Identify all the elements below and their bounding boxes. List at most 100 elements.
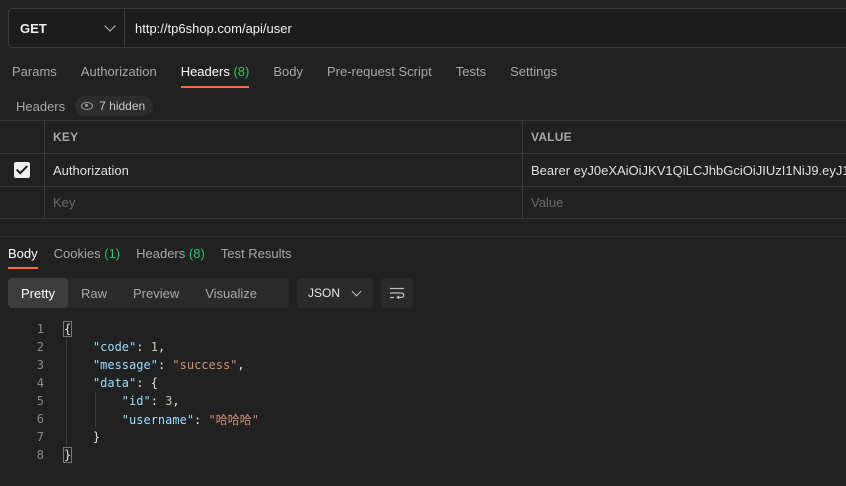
view-preview-button[interactable]: Preview	[120, 278, 192, 308]
code-line: 8 }	[0, 446, 73, 464]
tab-response-cookies[interactable]: Cookies (1)	[54, 246, 120, 261]
code-line: 1 {	[0, 320, 73, 338]
chevron-down-icon	[351, 286, 362, 296]
tab-tests[interactable]: Tests	[456, 64, 486, 79]
header-key-cell[interactable]: Authorization	[45, 154, 523, 186]
tab-label: Cookies	[53, 246, 101, 261]
json-number: 3	[165, 394, 173, 408]
row-checkbox-cell	[0, 154, 45, 186]
code-line: 2 "code": 1,	[0, 338, 165, 356]
json-key: "data"	[92, 376, 137, 390]
tab-label: Settings	[510, 64, 558, 79]
new-key-input[interactable]: Key	[45, 187, 523, 218]
view-pretty-button[interactable]: Pretty	[8, 278, 68, 308]
json-brace: }	[92, 430, 101, 444]
code-text: "username": "哈哈哈"	[121, 412, 259, 427]
code-text: "data": {	[92, 376, 158, 390]
tab-label: Authorization	[80, 64, 157, 79]
headers-subheader: Headers 7 hidden	[16, 96, 154, 116]
code-text: }	[62, 447, 73, 463]
tab-label: Params	[12, 64, 57, 79]
code-text: "message": "success",	[92, 358, 245, 372]
json-number: 1	[150, 340, 158, 354]
line-number: 2	[36, 340, 44, 354]
tab-params[interactable]: Params	[12, 64, 57, 79]
method-select[interactable]: GET	[9, 9, 125, 47]
tab-count: (8)	[188, 246, 205, 261]
tab-pre-request-script[interactable]: Pre-request Script	[327, 64, 432, 79]
value-column-header: VALUE	[531, 130, 572, 144]
new-value-input[interactable]: Value	[523, 187, 846, 218]
eye-icon	[81, 102, 94, 110]
checkbox-column-header	[0, 121, 45, 153]
code-text: "id": 3,	[121, 394, 180, 408]
tab-label: Pre-request Script	[326, 64, 432, 79]
section-divider	[0, 236, 846, 237]
headers-table: KEY VALUE Authorization Bearer eyJ0eXAiO…	[0, 120, 846, 219]
request-tabs: Params Authorization Headers (8) Body Pr…	[12, 64, 581, 88]
table-row: Authorization Bearer eyJ0eXAiOiJKV1QiLCJ…	[0, 153, 846, 186]
tab-body[interactable]: Body	[273, 64, 303, 79]
json-brace: }	[62, 447, 73, 463]
tab-settings[interactable]: Settings	[510, 64, 557, 79]
format-select[interactable]: JSON	[297, 278, 373, 308]
url-bar: GET http://tp6shop.com/api/user	[8, 8, 846, 48]
tab-label: Body	[8, 246, 38, 261]
tab-response-headers[interactable]: Headers (8)	[136, 246, 205, 261]
header-value-cell[interactable]: Bearer eyJ0eXAiOiJKV1QiLCJhbGciOiJIUzI1N…	[523, 154, 846, 186]
json-key: "code"	[92, 340, 137, 354]
table-header-row: KEY VALUE	[0, 120, 846, 153]
tab-label: Body	[273, 64, 303, 79]
view-mode-group: Pretty Raw Preview Visualize	[8, 278, 289, 308]
tab-label: Tests	[455, 64, 487, 79]
json-key: "message"	[92, 358, 158, 372]
tab-label: Headers	[180, 64, 230, 79]
wrap-lines-icon	[390, 287, 405, 299]
json-brace: {	[150, 376, 158, 390]
tab-response-body[interactable]: Body	[8, 246, 38, 269]
json-key: "id"	[121, 394, 151, 408]
row-checkbox-cell	[0, 187, 45, 218]
url-input[interactable]: http://tp6shop.com/api/user	[125, 9, 292, 47]
code-line: 4 "data": {	[0, 374, 158, 392]
line-number: 4	[36, 376, 44, 390]
hidden-count-label: 7 hidden	[99, 99, 146, 113]
code-text: {	[62, 321, 73, 337]
checkbox-checked-icon[interactable]	[14, 162, 30, 178]
tab-label: Test Results	[220, 246, 292, 261]
view-visualize-button[interactable]: Visualize	[192, 278, 270, 308]
line-number: 6	[36, 412, 44, 426]
view-raw-button[interactable]: Raw	[68, 278, 120, 308]
code-line: 5 "id": 3,	[0, 392, 180, 410]
key-column-header: KEY	[45, 121, 523, 153]
json-brace: {	[62, 321, 73, 337]
json-string: "哈哈哈"	[208, 412, 259, 427]
response-tabs: Body Cookies (1) Headers (8) Test Result…	[8, 246, 308, 269]
code-line: 3 "message": "success",	[0, 356, 245, 374]
tab-authorization[interactable]: Authorization	[81, 64, 157, 79]
response-code-editor[interactable]: 1 { 2 "code": 1, 3 "message": "success",…	[0, 320, 259, 464]
code-text: "code": 1,	[92, 340, 166, 354]
line-number: 8	[36, 448, 44, 462]
json-key: "username"	[121, 412, 195, 427]
code-text: }	[64, 430, 100, 444]
code-line: 6 "username": "哈哈哈"	[0, 410, 259, 428]
line-number: 3	[36, 358, 44, 372]
wrap-lines-button[interactable]	[381, 278, 413, 308]
format-label: JSON	[308, 286, 341, 300]
json-string: "success"	[172, 358, 238, 372]
headers-label: Headers	[16, 98, 66, 114]
tab-count: (1)	[104, 246, 121, 261]
chevron-down-icon	[104, 20, 116, 32]
tab-count: (8)	[233, 64, 250, 79]
code-line: 7 }	[0, 428, 100, 446]
tab-headers[interactable]: Headers (8)	[180, 64, 250, 88]
tab-label: Headers	[136, 246, 186, 261]
line-number: 7	[36, 430, 44, 444]
hidden-headers-toggle[interactable]: 7 hidden	[75, 96, 154, 116]
line-number: 1	[36, 322, 44, 336]
method-label: GET	[20, 20, 47, 36]
line-number: 5	[36, 394, 44, 408]
tab-test-results[interactable]: Test Results	[221, 246, 292, 261]
table-row-empty: Key Value	[0, 186, 846, 219]
